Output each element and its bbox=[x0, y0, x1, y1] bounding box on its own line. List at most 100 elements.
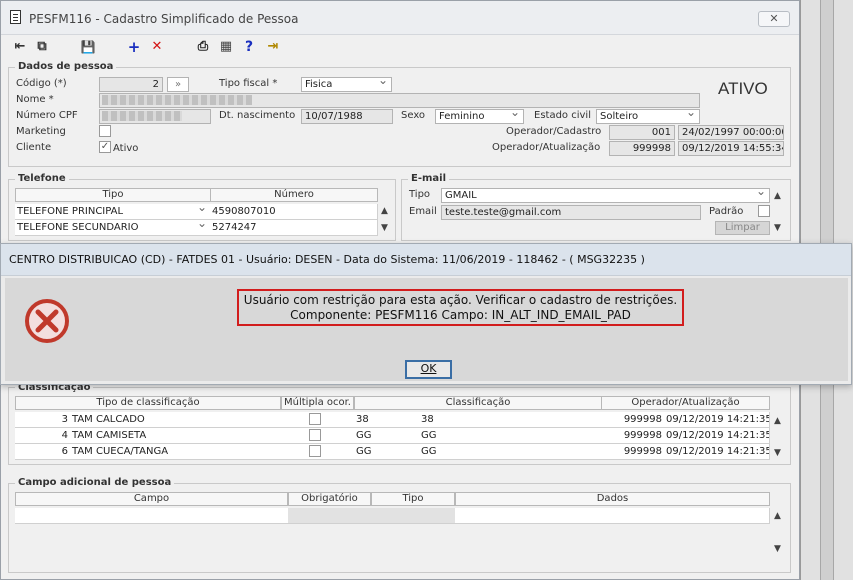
scroll-up-icon[interactable]: ▲ bbox=[774, 191, 781, 201]
delete-icon[interactable]: ✕ bbox=[149, 39, 165, 55]
class-row-desc: 38 bbox=[419, 412, 602, 428]
campo-row-cell bbox=[288, 508, 372, 524]
limpar-button[interactable]: Limpar bbox=[715, 221, 770, 235]
op-cadastro-label: Operador/Cadastro bbox=[506, 126, 602, 137]
class-row-desc: GG bbox=[419, 444, 602, 460]
scroll-up-icon[interactable]: ▲ bbox=[774, 511, 781, 521]
error-message-line1: Usuário com restrição para esta ação. Ve… bbox=[243, 293, 678, 307]
padrao-checkbox[interactable] bbox=[758, 205, 770, 217]
class-row-tipo[interactable]: TAM CALCADO bbox=[70, 412, 282, 428]
class-row-tipo[interactable]: TAM CUECA/TANGA bbox=[70, 444, 282, 460]
telefone-row-tipo[interactable]: TELEFONE SECUNDARIO bbox=[15, 220, 211, 236]
error-icon bbox=[25, 299, 69, 343]
window-title: PESFM116 - Cadastro Simplificado de Pess… bbox=[29, 12, 299, 26]
exit-icon[interactable]: ⇥ bbox=[265, 39, 281, 55]
campo-col-tipo: Tipo bbox=[371, 492, 455, 506]
class-col-operador: Operador/Atualização bbox=[601, 396, 770, 410]
class-row-code[interactable]: GG bbox=[354, 444, 420, 460]
campo-row-cell[interactable] bbox=[77, 508, 289, 524]
class-row-code[interactable]: 38 bbox=[354, 412, 420, 428]
back-icon[interactable]: ⇤ bbox=[12, 39, 28, 55]
nome-label: Nome * bbox=[16, 94, 54, 105]
codigo-label: Código (*) bbox=[16, 78, 67, 89]
class-row-num: 4 bbox=[15, 428, 71, 444]
error-dialog: CENTRO DISTRIBUICAO (CD) - FATDES 01 - U… bbox=[0, 243, 852, 385]
class-col-classificacao: Classificação bbox=[354, 396, 602, 410]
scroll-up-icon[interactable]: ▲ bbox=[774, 416, 781, 426]
class-row-op: 999998 bbox=[601, 412, 665, 428]
sexo-label: Sexo bbox=[401, 110, 426, 121]
campo-row-cell[interactable] bbox=[15, 508, 78, 524]
op-cadastro-date: 24/02/1997 00:00:00 bbox=[678, 125, 784, 140]
save-icon[interactable]: 💾 bbox=[80, 39, 96, 55]
class-row-op: 999998 bbox=[601, 444, 665, 460]
multipla-checkbox[interactable] bbox=[309, 429, 321, 441]
telefone-row-numero[interactable]: 5274247 bbox=[210, 220, 378, 236]
scroll-down-icon[interactable]: ▼ bbox=[774, 544, 781, 554]
class-row-num: 6 bbox=[15, 444, 71, 460]
campo-adicional-label: Campo adicional de pessoa bbox=[15, 477, 175, 488]
telefone-col-tipo: Tipo bbox=[15, 188, 211, 202]
marketing-label: Marketing bbox=[16, 126, 66, 137]
class-row-date: 09/12/2019 14:21:35 bbox=[664, 412, 770, 428]
email-label: E-mail bbox=[408, 173, 450, 184]
telefone-row-tipo[interactable]: TELEFONE PRINCIPAL bbox=[15, 204, 211, 220]
estado-civil-select[interactable]: Solteiro bbox=[596, 109, 700, 124]
close-button[interactable]: ✕ bbox=[758, 11, 790, 27]
cpf-label: Número CPF bbox=[16, 110, 78, 121]
sexo-select[interactable]: Feminino bbox=[435, 109, 524, 124]
campo-col-dados: Dados bbox=[455, 492, 770, 506]
campo-row-cell[interactable] bbox=[455, 508, 770, 524]
tipo-fiscal-select[interactable]: Fisica bbox=[301, 77, 392, 92]
scroll-down-icon[interactable]: ▼ bbox=[774, 223, 781, 233]
multipla-checkbox[interactable] bbox=[309, 413, 321, 425]
redacted-name bbox=[102, 95, 252, 105]
op-atual-label: Operador/Atualização bbox=[492, 142, 601, 153]
tipo-fiscal-label: Tipo fiscal * bbox=[219, 78, 278, 89]
status-label: ATIVO bbox=[718, 79, 768, 98]
dt-nasc-field[interactable]: 10/07/1988 bbox=[301, 109, 393, 124]
marketing-checkbox[interactable] bbox=[99, 125, 111, 137]
scroll-down-icon[interactable]: ▼ bbox=[774, 448, 781, 458]
copy-icon[interactable]: ⧉ bbox=[34, 39, 50, 55]
email-tipo-label: Tipo bbox=[409, 189, 431, 200]
scroll-down-icon[interactable]: ▼ bbox=[381, 223, 388, 233]
error-message-line2: Componente: PESFM116 Campo: IN_ALT_IND_E… bbox=[290, 308, 631, 322]
email-address-label: Email bbox=[409, 206, 437, 217]
print-icon[interactable]: ⎙ bbox=[195, 39, 211, 55]
estado-civil-label: Estado civil bbox=[534, 110, 591, 121]
help-icon[interactable]: ? bbox=[241, 39, 257, 55]
ativo-checkbox[interactable]: ✓ bbox=[99, 141, 111, 153]
class-row-num: 3 bbox=[15, 412, 71, 428]
telefone-col-numero: Número bbox=[210, 188, 378, 202]
op-atual-code: 999998 bbox=[609, 141, 675, 156]
ok-button[interactable]: OK bbox=[405, 360, 452, 379]
op-atual-date: 09/12/2019 14:55:34 bbox=[678, 141, 784, 156]
telefone-row-numero[interactable]: 4590807010 bbox=[210, 204, 378, 220]
add-icon[interactable]: + bbox=[126, 39, 142, 55]
scroll-up-icon[interactable]: ▲ bbox=[381, 206, 388, 216]
dialog-title: CENTRO DISTRIBUICAO (CD) - FATDES 01 - U… bbox=[1, 244, 851, 276]
class-row-code[interactable]: GG bbox=[354, 428, 420, 444]
email-tipo-select[interactable]: GMAIL bbox=[441, 188, 770, 203]
op-cadastro-code: 001 bbox=[609, 125, 675, 140]
telefone-label: Telefone bbox=[15, 173, 69, 184]
class-row-tipo[interactable]: TAM CAMISETA bbox=[70, 428, 282, 444]
title-bar: PESFM116 - Cadastro Simplificado de Pess… bbox=[1, 1, 799, 35]
dados-pessoa-label: Dados de pessoa bbox=[15, 61, 117, 72]
document-icon bbox=[10, 10, 21, 24]
search-codigo-icon[interactable]: » bbox=[167, 77, 189, 92]
campo-row-cell bbox=[371, 508, 456, 524]
class-row-date: 09/12/2019 14:21:35 bbox=[664, 428, 770, 444]
email-address-field[interactable]: teste.teste@gmail.com bbox=[441, 205, 701, 220]
campo-col-campo: Campo bbox=[15, 492, 288, 506]
multipla-checkbox[interactable] bbox=[309, 445, 321, 457]
redacted-cpf bbox=[102, 111, 182, 121]
ativo-label: Ativo bbox=[113, 143, 139, 154]
cliente-label: Cliente bbox=[16, 142, 52, 153]
class-row-date: 09/12/2019 14:21:35 bbox=[664, 444, 770, 460]
codigo-field[interactable]: 2 bbox=[99, 77, 163, 92]
class-row-op: 999998 bbox=[601, 428, 665, 444]
calculator-icon[interactable]: ▦ bbox=[218, 39, 234, 55]
campo-col-obrigatorio: Obrigatório bbox=[288, 492, 371, 506]
